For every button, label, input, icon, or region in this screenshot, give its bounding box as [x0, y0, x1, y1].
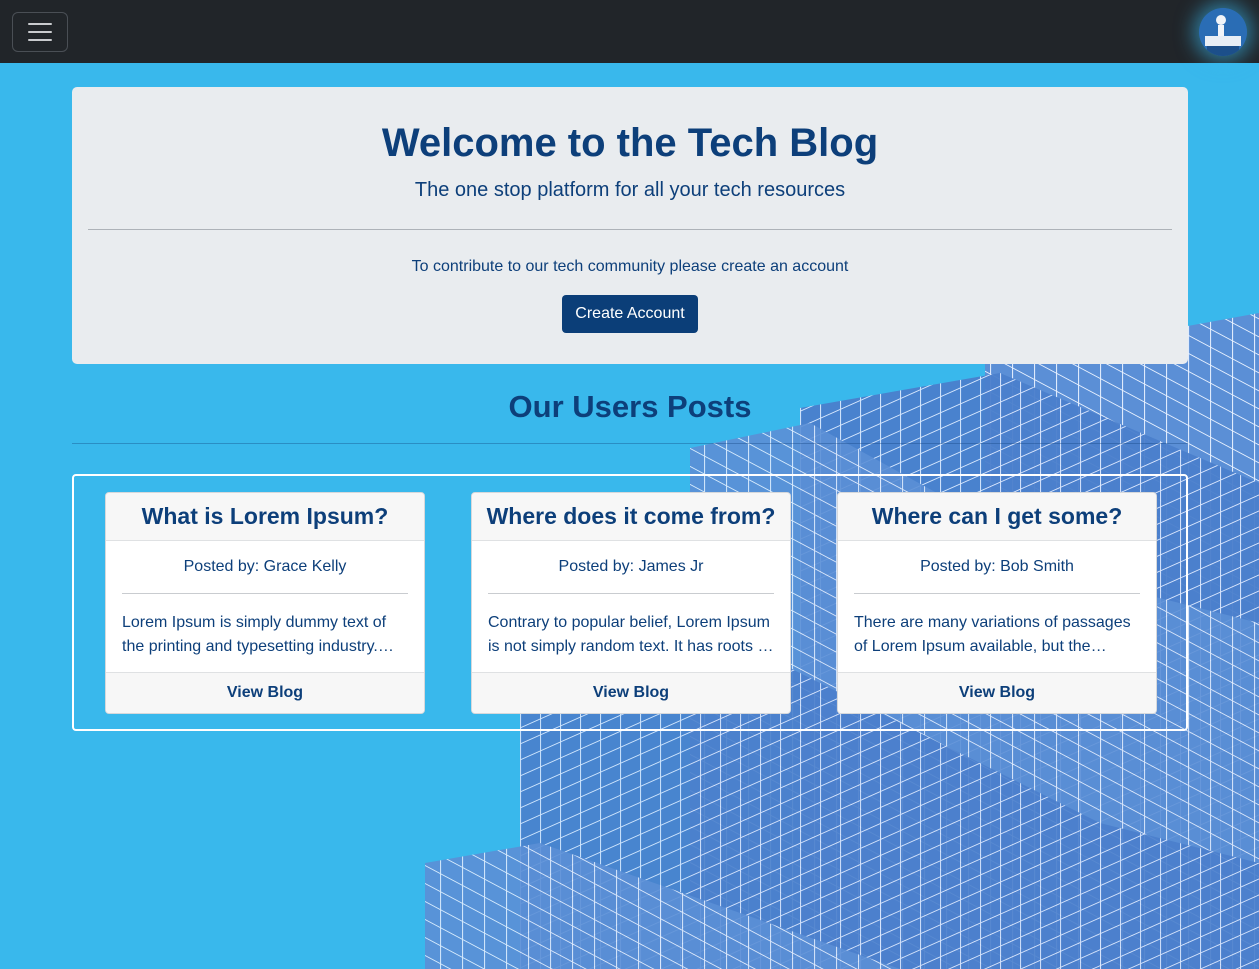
post-excerpt: Lorem Ipsum is simply dummy text of the … [122, 614, 387, 655]
card-divider [488, 593, 774, 594]
post-author: Posted by: Bob Smith [920, 558, 1074, 575]
post-card: Where can I get some? Posted by: Bob Smi… [837, 492, 1157, 714]
hero-title: Welcome to the Tech Blog [381, 121, 879, 165]
hero-divider [88, 229, 1172, 230]
view-blog-link[interactable]: View Blog [227, 684, 303, 701]
card-footer: View Blog [838, 672, 1156, 713]
section-divider [72, 443, 1188, 444]
hamburger-menu-icon [28, 23, 52, 41]
view-blog-link[interactable]: View Blog [593, 684, 669, 701]
post-card: Where does it come from? Posted by: Jame… [471, 492, 791, 714]
posts-container: What is Lorem Ipsum? Posted by: Grace Ke… [72, 474, 1188, 731]
view-blog-link[interactable]: View Blog [959, 684, 1035, 701]
post-title: Where does it come from? [472, 493, 790, 541]
navbar-toggle-button[interactable] [12, 12, 68, 52]
post-title: What is Lorem Ipsum? [106, 493, 424, 541]
post-excerpt: Contrary to popular belief, Lorem Ipsum … [488, 614, 770, 655]
post-card: What is Lorem Ipsum? Posted by: Grace Ke… [105, 492, 425, 714]
card-divider [122, 593, 408, 594]
post-excerpt: There are many variations of passages of… [854, 614, 1131, 655]
section-title: Our Users Posts [508, 389, 752, 424]
card-divider [854, 593, 1140, 594]
profile-avatar-icon[interactable] [1199, 8, 1247, 56]
post-author: Posted by: Grace Kelly [183, 558, 347, 575]
create-account-button[interactable]: Create Account [562, 295, 698, 333]
card-footer: View Blog [106, 672, 424, 713]
hero-jumbotron: Welcome to the Tech Blog The one stop pl… [72, 87, 1188, 364]
hero-cta-text: To contribute to our tech community plea… [411, 258, 849, 275]
post-author: Posted by: James Jr [558, 558, 704, 575]
card-footer: View Blog [472, 672, 790, 713]
post-title: Where can I get some? [838, 493, 1156, 541]
hero-subtitle: The one stop platform for all your tech … [414, 179, 846, 201]
top-navbar [0, 0, 1259, 63]
